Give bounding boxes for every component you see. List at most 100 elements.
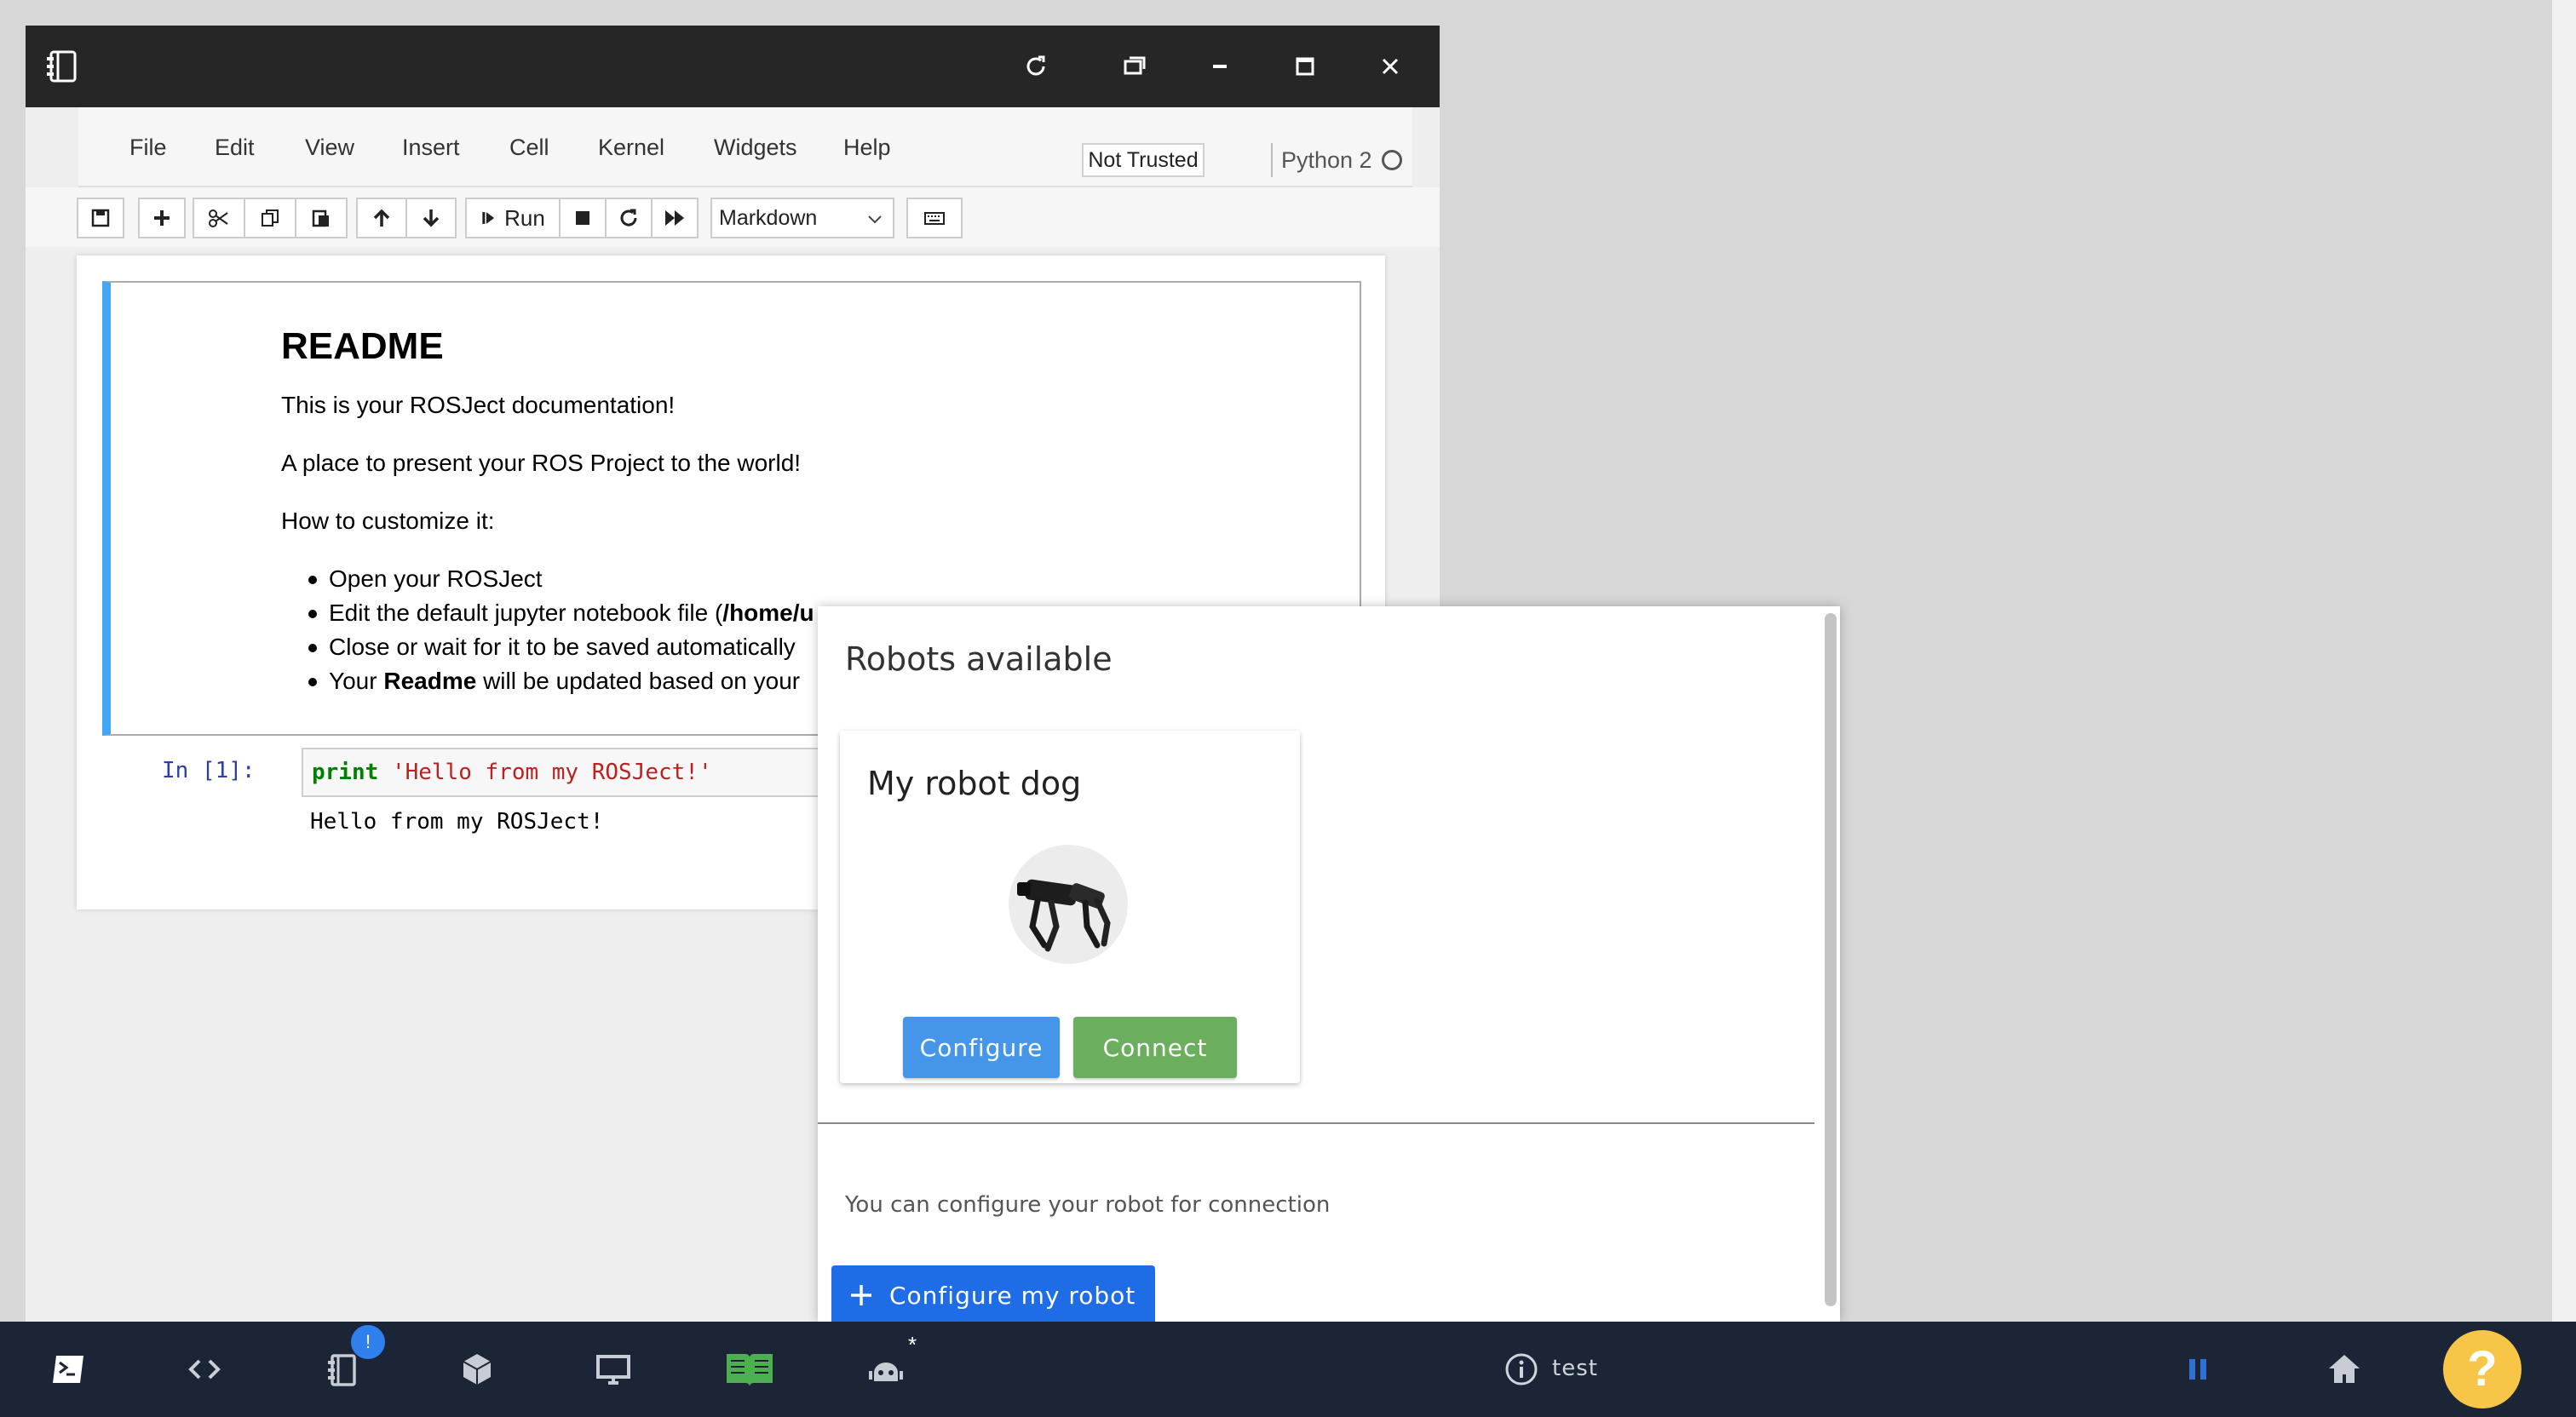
code-string: 'Hello from my ROSJect!' <box>391 760 712 785</box>
move-up-button[interactable] <box>356 198 407 238</box>
move-down-button[interactable] <box>405 198 457 238</box>
restart-run-all-button[interactable] <box>651 198 699 238</box>
menu-widgets[interactable]: Widgets <box>714 107 797 187</box>
detach-window-button[interactable] <box>1109 41 1160 92</box>
list-bullet <box>308 644 317 652</box>
configure-my-robot-label: Configure my robot <box>889 1281 1136 1310</box>
cell-type-select[interactable]: Markdown <box>710 198 894 238</box>
help-button[interactable]: ? <box>2443 1330 2521 1408</box>
detach-icon <box>1124 56 1146 75</box>
menu-insert[interactable]: Insert <box>402 107 460 187</box>
code-cell-output: Hello from my ROSJect! <box>310 809 604 835</box>
notebook-icon <box>328 1354 356 1386</box>
kernel-separator <box>1271 143 1273 177</box>
list-item-text: Edit the default jupyter notebook file ( <box>329 600 723 626</box>
list-bullet <box>308 678 317 686</box>
copy-icon <box>262 209 279 227</box>
robot-status-marker: * <box>908 1332 917 1357</box>
interrupt-button[interactable] <box>559 198 607 238</box>
save-button[interactable] <box>77 198 124 238</box>
menu-file[interactable]: File <box>129 107 167 187</box>
arrow-down-icon <box>423 209 440 227</box>
list-bullet <box>308 576 317 584</box>
run-button-label: Run <box>504 204 545 231</box>
reload-button[interactable] <box>1010 41 1061 92</box>
panel-divider <box>818 1122 1814 1124</box>
restart-icon <box>620 209 637 227</box>
insert-cell-button[interactable] <box>138 198 186 238</box>
minimize-button[interactable] <box>1194 41 1245 92</box>
connect-button[interactable]: Connect <box>1073 1017 1237 1078</box>
menu-kernel[interactable]: Kernel <box>598 107 664 187</box>
markdown-paragraph: How to customize it: <box>281 508 495 534</box>
cube-icon <box>463 1354 492 1385</box>
configure-button[interactable]: Configure <box>903 1017 1060 1078</box>
keyboard-icon <box>924 212 945 225</box>
dock-home[interactable] <box>2322 1347 2366 1391</box>
arrow-up-icon <box>373 209 390 227</box>
menu-help[interactable]: Help <box>843 107 891 187</box>
dock-simulation[interactable] <box>455 1347 499 1391</box>
terminal-icon <box>53 1356 83 1383</box>
robots-panel: Robots available My robot dog Configure … <box>818 606 1840 1325</box>
kernel-name[interactable]: Python 2 <box>1281 143 1372 177</box>
list-item: Open your ROSJect <box>329 565 543 592</box>
list-item-bold: Readme <box>383 668 477 694</box>
menu-edit[interactable]: Edit <box>215 107 255 187</box>
code-icon <box>188 1359 221 1380</box>
kernel-idle-indicator <box>1382 150 1402 170</box>
close-button[interactable] <box>1365 41 1416 92</box>
stop-icon <box>576 211 589 225</box>
configure-my-robot-button[interactable]: Configure my robot <box>831 1265 1155 1325</box>
reload-icon <box>1026 55 1045 76</box>
menu-view[interactable]: View <box>305 107 354 187</box>
plus-icon <box>851 1285 871 1305</box>
robot-dog-image <box>1009 845 1128 964</box>
robot-card: My robot dog Configure Connect <box>840 731 1300 1083</box>
scissors-icon <box>209 209 228 227</box>
maximize-icon <box>1296 57 1314 76</box>
paste-icon <box>312 209 329 227</box>
list-item: Your Readme will be updated based on you… <box>329 668 800 695</box>
save-icon <box>91 209 110 227</box>
menu-bar: File Edit View Insert Cell Kernel Widget… <box>78 107 1412 187</box>
open-book-icon <box>727 1354 773 1386</box>
trust-status-button[interactable]: Not Trusted <box>1082 143 1205 177</box>
info-icon[interactable] <box>1504 1352 1538 1386</box>
copy-button[interactable] <box>244 198 296 238</box>
list-item-bold: /home/u <box>722 600 814 626</box>
configure-hint: You can configure your robot for connect… <box>845 1192 1331 1218</box>
dock-pause[interactable] <box>2176 1347 2220 1391</box>
minimize-icon <box>1213 65 1227 68</box>
cut-button[interactable] <box>193 198 245 238</box>
robot-icon <box>869 1362 903 1381</box>
markdown-paragraph: This is your ROSJect documentation! <box>281 392 676 418</box>
input-prompt: In [1]: <box>162 758 256 783</box>
fast-forward-icon <box>665 210 684 226</box>
monitor-icon <box>596 1355 630 1385</box>
plus-icon <box>154 210 170 226</box>
window-titlebar <box>26 26 1440 107</box>
robot-dog-icon <box>1017 879 1111 952</box>
session-name: test <box>1552 1356 1598 1381</box>
menu-cell[interactable]: Cell <box>509 107 549 187</box>
restart-kernel-button[interactable] <box>605 198 653 238</box>
close-icon <box>1382 58 1399 75</box>
dock-ide[interactable] <box>182 1347 227 1391</box>
panel-scrollbar[interactable] <box>1825 613 1837 1306</box>
dock-graphical-tools[interactable] <box>591 1347 635 1391</box>
step-forward-icon <box>482 212 495 224</box>
robot-name: My robot dog <box>867 765 1082 802</box>
dock-course[interactable] <box>722 1347 777 1391</box>
dock-real-robot[interactable] <box>864 1347 908 1391</box>
markdown-paragraph: A place to present your ROS Project to t… <box>281 450 802 476</box>
dock-shell[interactable] <box>46 1347 90 1391</box>
run-button[interactable]: Run <box>465 198 561 238</box>
maximize-button[interactable] <box>1279 41 1331 92</box>
robots-panel-title: Robots available <box>845 640 1113 678</box>
list-item: Edit the default jupyter notebook file (… <box>329 600 814 627</box>
paste-button[interactable] <box>295 198 348 238</box>
command-palette-button[interactable] <box>906 198 963 238</box>
page-scrollbar[interactable] <box>2552 0 2576 1322</box>
pause-icon <box>2189 1359 2206 1380</box>
